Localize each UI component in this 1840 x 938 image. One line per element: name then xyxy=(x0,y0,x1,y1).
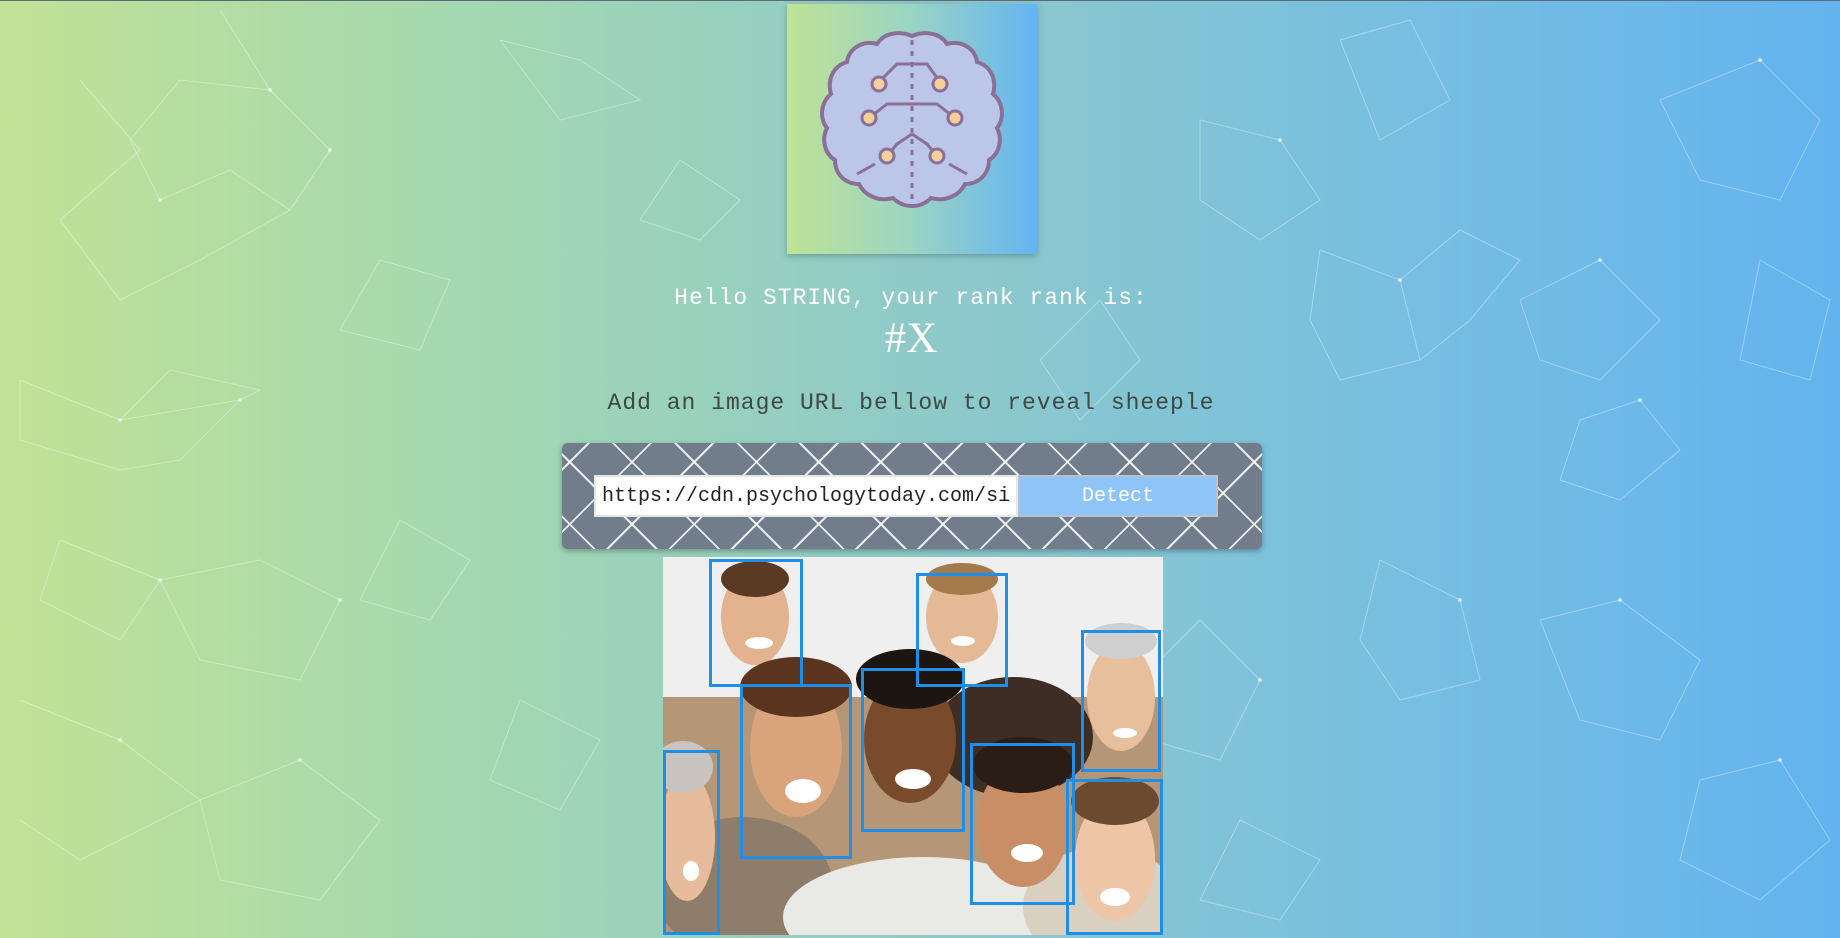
face-box xyxy=(861,668,965,832)
face-box xyxy=(1066,779,1163,935)
instruction-text: Add an image URL bellow to reveal sheepl… xyxy=(607,390,1215,416)
greeting-text: Hello STRING, your rank rank is: xyxy=(674,285,1148,311)
face-box xyxy=(1081,630,1161,772)
face-box xyxy=(740,684,852,859)
face-box xyxy=(709,559,803,687)
result-photo xyxy=(663,557,1163,935)
image-url-input[interactable] xyxy=(594,475,1018,517)
face-box xyxy=(663,750,720,935)
logo-card xyxy=(787,4,1037,254)
face-box xyxy=(970,743,1075,905)
url-form-panel: Detect xyxy=(562,443,1262,549)
rank-value: #X xyxy=(884,315,938,362)
url-form-row: Detect xyxy=(594,475,1218,517)
brain-circuit-icon xyxy=(820,31,1004,209)
detect-button[interactable]: Detect xyxy=(1018,475,1218,517)
